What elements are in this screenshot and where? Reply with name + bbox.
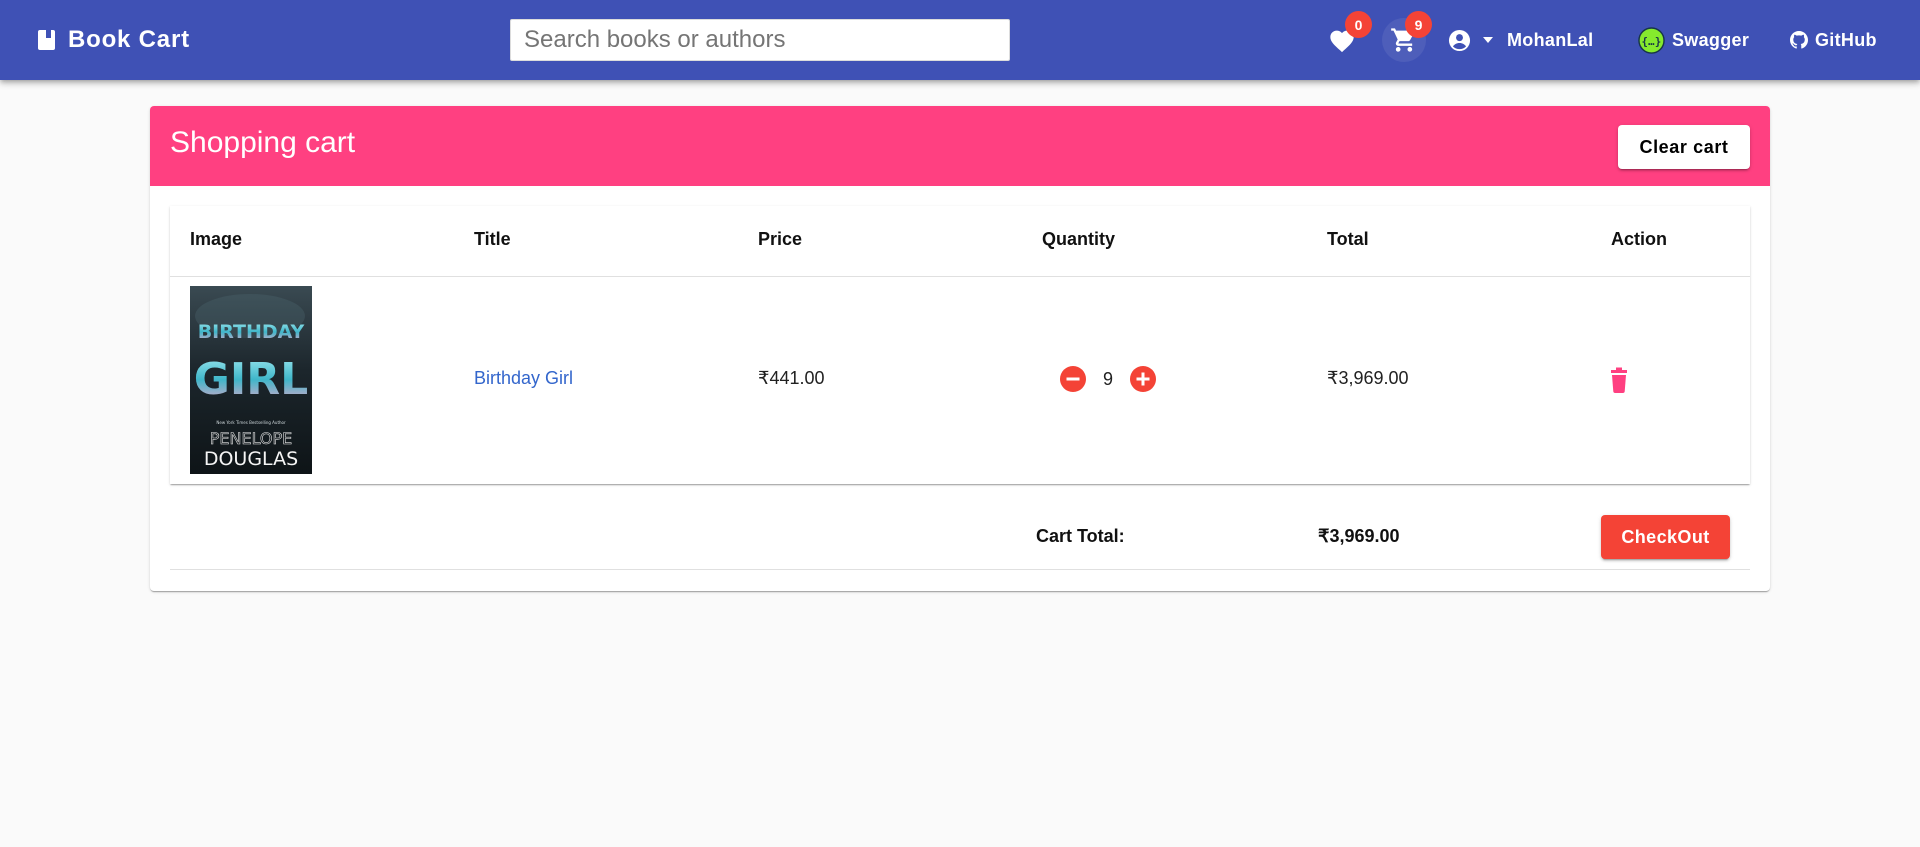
swagger-link[interactable]: {…} Swagger — [1638, 25, 1749, 55]
checkout-button[interactable]: CheckOut — [1601, 515, 1730, 559]
cart-title: Shopping cart — [170, 126, 356, 159]
svg-text:{…}: {…} — [1641, 35, 1661, 47]
column-header-title: Title — [474, 229, 511, 249]
column-header-quantity: Quantity — [1042, 229, 1116, 249]
github-icon — [1790, 31, 1808, 49]
user-menu-button[interactable]: MohanLal — [1448, 25, 1593, 55]
book-title-link[interactable]: Birthday Girl — [474, 368, 573, 389]
book-icon — [38, 30, 55, 50]
github-link[interactable]: GitHub — [1790, 25, 1877, 55]
quantity-stepper: 9 — [1060, 366, 1156, 392]
column-header-image: Image — [190, 229, 243, 249]
cart-total-value: ₹3,969.00 — [1318, 526, 1400, 546]
column-header-action: Action — [1611, 229, 1667, 249]
cover-tagline: New York Times Bestselling Author — [216, 420, 286, 425]
line-total: ₹3,969.00 — [1327, 368, 1409, 388]
column-header-price: Price — [758, 229, 803, 249]
book-cover-image: BIRTHDAY GIRL New York Times Bestselling… — [190, 286, 312, 474]
footer-divider — [170, 569, 1750, 570]
column-header-total: Total — [1327, 229, 1369, 249]
swagger-label: Swagger — [1672, 29, 1750, 50]
shopping-cart-card: Shopping cart Clear cart Image Title Pri… — [150, 106, 1770, 591]
quantity-value: 9 — [1102, 368, 1113, 389]
cart-count-badge: 9 — [1405, 11, 1432, 38]
cover-title-line1: BIRTHDAY — [198, 321, 305, 343]
cover-title-line2: GIRL — [194, 354, 308, 405]
github-label: GitHub — [1815, 29, 1877, 50]
remove-circle-icon[interactable] — [1060, 366, 1086, 392]
wishlist-count-badge: 0 — [1345, 11, 1372, 38]
book-price: ₹441.00 — [758, 368, 825, 388]
caret-down-icon — [1483, 37, 1493, 43]
swagger-icon: {…} — [1638, 26, 1665, 54]
header-divider — [170, 276, 1750, 277]
cart-header: Shopping cart Clear cart — [150, 106, 1770, 186]
trash-icon[interactable] — [1607, 367, 1631, 393]
user-name: MohanLal — [1507, 29, 1594, 50]
brand-title: Book Cart — [68, 26, 190, 53]
account-circle-icon — [1448, 29, 1471, 51]
cart-total-label: Cart Total: — [1036, 526, 1125, 546]
top-toolbar: Book Cart 0 9 MohanLal {…} Swagger — [0, 0, 1920, 80]
clear-cart-button[interactable]: Clear cart — [1618, 125, 1750, 169]
add-circle-icon[interactable] — [1130, 366, 1156, 392]
brand-home-link[interactable]: Book Cart — [37, 25, 190, 55]
cover-author-last: DOUGLAS — [204, 448, 298, 470]
search-input[interactable] — [510, 19, 1010, 61]
cover-author-first: PENELOPE — [210, 429, 293, 448]
cart-table: Image Title Price Quantity Total Action — [170, 206, 1750, 484]
